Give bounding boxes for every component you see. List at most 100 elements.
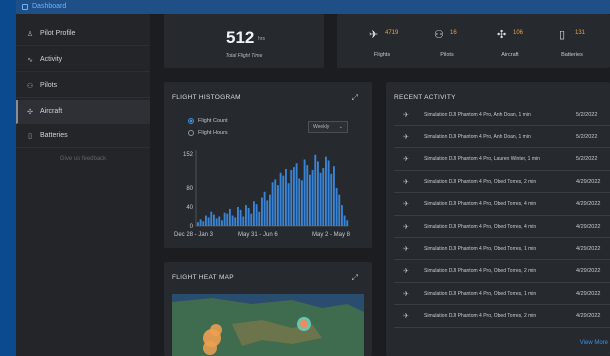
histogram-bar[interactable]: [285, 169, 287, 226]
histogram-bar[interactable]: [255, 204, 258, 226]
histogram-bar[interactable]: [253, 201, 255, 226]
flight-icon: ✈: [403, 111, 409, 119]
histogram-bar[interactable]: [218, 216, 221, 227]
sidebar-item-batteries[interactable]: ▯ Batteries: [16, 124, 150, 148]
stat-batteries[interactable]: ▯ 131 Batteries: [549, 26, 609, 66]
histogram-bar[interactable]: [293, 167, 295, 226]
histogram-bar[interactable]: [237, 207, 239, 226]
sidebar-item-label: Pilots: [40, 82, 58, 89]
activity-row[interactable]: ✈ Simulation DJI Phantom 4 Pro, Obed Torr…: [394, 194, 610, 216]
histogram-bar[interactable]: [205, 215, 207, 226]
flight-icon: ✈: [403, 178, 409, 186]
activity-description: Simulation DJI Phantom 4 Pro, Lauren Win…: [424, 156, 540, 163]
histogram-bar[interactable]: [319, 172, 322, 226]
histogram-bar[interactable]: [298, 178, 301, 227]
activity-row[interactable]: ✈ Simulation DJI Phantom 4 Pro, Obed Torr…: [394, 171, 610, 194]
histogram-bar[interactable]: [341, 205, 343, 226]
activity-row[interactable]: ✈ Simulation DJI Phantom 4 Pro, Obed Torr…: [394, 216, 610, 238]
histogram-bar[interactable]: [271, 182, 274, 226]
feedback-link[interactable]: Give us feedback: [16, 156, 150, 162]
histogram-bar[interactable]: [330, 173, 333, 226]
stat-pilots[interactable]: ⚇ 16 Pilots: [424, 26, 484, 66]
histogram-bar[interactable]: [247, 207, 250, 226]
sidebar-item-activity[interactable]: ∿ Activity: [16, 48, 150, 72]
activity-row[interactable]: ✈ Simulation DJI Phantom 4 Pro, Anh Doan,…: [394, 126, 610, 149]
stat-aircraft[interactable]: ✣ 106 Aircraft: [487, 26, 547, 66]
activity-row[interactable]: ✈ Simulation DJI Phantom 4 Pro, Lauren Wi…: [394, 149, 610, 171]
histogram-bar[interactable]: [223, 212, 226, 226]
stats-card: ✈ 4719 Flights ⚇ 16 Pilots ✣ 106 Aircraf…: [337, 14, 610, 68]
histogram-bar[interactable]: [322, 168, 325, 226]
dashboard-icon: [22, 3, 28, 10]
stat-value: 16: [450, 30, 457, 36]
sidebar-item-pilot-profile[interactable]: ♙ Pilot Profile: [16, 22, 150, 46]
histogram-bar[interactable]: [290, 169, 293, 226]
histogram-bar[interactable]: [269, 194, 271, 226]
histogram-bar[interactable]: [282, 175, 285, 226]
histogram-bar[interactable]: [287, 183, 290, 226]
histogram-bar[interactable]: [333, 166, 335, 226]
y-tick-label: 40: [186, 205, 193, 211]
histogram-bar[interactable]: [277, 185, 279, 226]
view-more-link[interactable]: View More: [580, 340, 608, 346]
activity-row[interactable]: ✈ Simulation DJI Phantom 4 Pro, Obed Torr…: [394, 306, 610, 328]
histogram-bar[interactable]: [306, 165, 309, 226]
histogram-bar[interactable]: [226, 213, 229, 226]
breadcrumb[interactable]: Dashboard: [22, 3, 66, 10]
stat-flights[interactable]: ✈ 4719 Flights: [359, 26, 419, 66]
drone-icon: ✣: [497, 29, 507, 41]
activity-row[interactable]: ✈ Simulation DJI Phantom 4 Pro, Obed Torr…: [394, 283, 610, 306]
histogram-bar[interactable]: [199, 219, 202, 226]
histogram-bar[interactable]: [338, 194, 341, 226]
histogram-bar[interactable]: [261, 197, 263, 227]
histogram-bar[interactable]: [210, 211, 213, 226]
top-bar: Dashboard: [16, 0, 610, 14]
histogram-bar[interactable]: [343, 215, 346, 226]
histogram-bar[interactable]: [197, 222, 199, 226]
histogram-bar[interactable]: [295, 163, 298, 226]
histogram-bar[interactable]: [266, 200, 269, 226]
histogram-bar[interactable]: [309, 174, 311, 226]
expand-icon[interactable]: ⤢: [352, 273, 358, 283]
histogram-bar[interactable]: [231, 215, 234, 226]
activity-row[interactable]: ✈ Simulation DJI Phantom 4 Pro, Anh Doan,…: [394, 104, 610, 126]
histogram-bar[interactable]: [303, 159, 306, 227]
activity-row[interactable]: ✈ Simulation DJI Phantom 4 Pro, Obed Torr…: [394, 238, 610, 261]
activity-date: 4/29/2022: [576, 290, 601, 297]
histogram-bar[interactable]: [274, 179, 277, 226]
histogram-bar[interactable]: [346, 220, 349, 226]
histogram-bar[interactable]: [327, 160, 330, 226]
histogram-bar[interactable]: [202, 221, 205, 226]
heat-map[interactable]: [172, 294, 364, 356]
histogram-bar[interactable]: [325, 156, 327, 226]
stat-value: 4719: [385, 30, 399, 36]
activity-row[interactable]: ✈ Simulation DJI Phantom 4 Pro, Obed Torr…: [394, 261, 610, 283]
histogram-bar[interactable]: [245, 205, 247, 226]
histogram-bar[interactable]: [250, 213, 253, 226]
histogram-bar[interactable]: [242, 216, 245, 227]
flight-time-unit: hrs: [258, 36, 265, 42]
histogram-bar[interactable]: [213, 214, 215, 226]
histogram-bar[interactable]: [221, 220, 223, 226]
histogram-bar[interactable]: [263, 191, 266, 226]
sidebar-item-pilots[interactable]: ⚇ Pilots: [16, 74, 150, 98]
histogram-bar[interactable]: [234, 217, 237, 226]
x-tick-label: Dec 28 - Jan 3: [174, 232, 214, 238]
sidebar-item-aircraft[interactable]: ✣ Aircraft: [16, 100, 150, 124]
histogram-bar[interactable]: [311, 169, 314, 226]
histogram-bar[interactable]: [314, 154, 317, 226]
histogram-bar[interactable]: [317, 161, 319, 226]
histogram-bar[interactable]: [335, 188, 338, 226]
flight-icon: ✈: [403, 268, 409, 276]
histogram-bar[interactable]: [279, 172, 282, 226]
histogram-bar[interactable]: [301, 180, 303, 226]
histogram-bar[interactable]: [215, 218, 218, 226]
pilots-icon: ⚇: [434, 29, 444, 41]
activity-date: 4/29/2022: [576, 245, 601, 252]
histogram-bar[interactable]: [229, 208, 231, 226]
histogram-bar[interactable]: [258, 211, 261, 226]
histogram-bar[interactable]: [207, 217, 210, 226]
activity-date: 4/29/2022: [576, 223, 601, 230]
activity-description: Simulation DJI Phantom 4 Pro, Obed Torre…: [424, 245, 537, 252]
histogram-bar[interactable]: [239, 209, 242, 226]
